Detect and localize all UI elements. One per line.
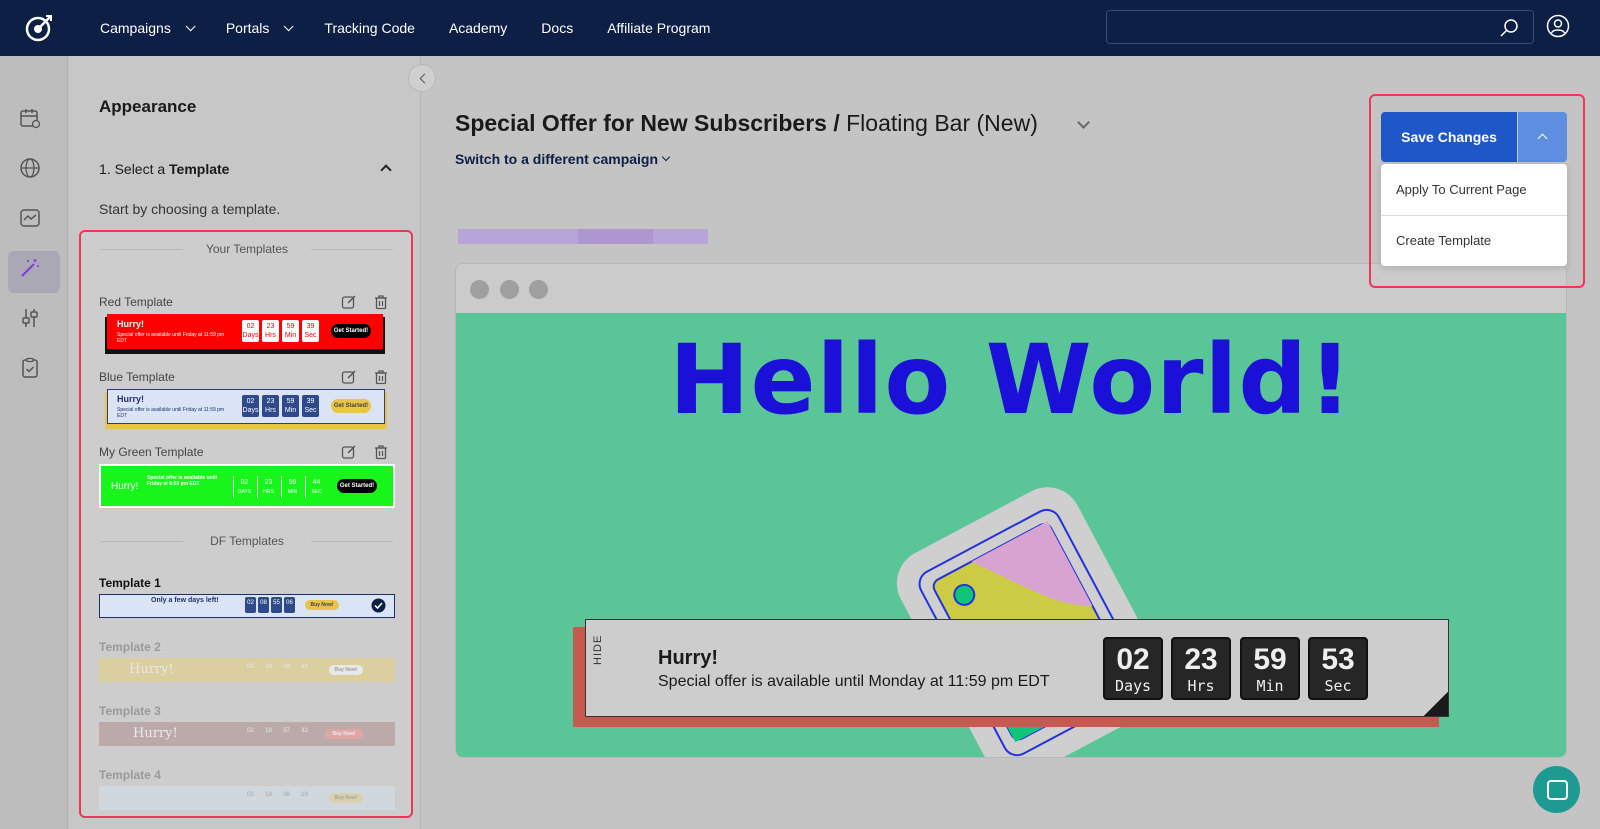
create-template-item[interactable]: Create Template — [1396, 233, 1491, 248]
hide-toggle[interactable]: HIDE — [592, 635, 604, 665]
nav-docs[interactable]: Docs — [541, 20, 573, 36]
countdown-minutes: 59 Min — [1240, 637, 1300, 700]
template-preview-red[interactable]: Hurry! Special offer is available until … — [99, 314, 395, 354]
clipboard-check-icon[interactable] — [18, 356, 42, 380]
window-dot — [500, 280, 519, 299]
countdown-seconds: 53 Sec — [1308, 637, 1368, 700]
nav-portals[interactable]: Portals — [226, 20, 294, 36]
sliders-icon[interactable] — [18, 306, 42, 330]
template-label: Template 3 — [99, 704, 161, 718]
edit-icon[interactable] — [341, 369, 357, 385]
nav-tracking-code[interactable]: Tracking Code — [324, 20, 415, 36]
panel-title: Appearance — [99, 97, 197, 116]
save-changes-button[interactable]: Save Changes — [1381, 112, 1517, 162]
edit-icon[interactable] — [341, 444, 357, 460]
campaign-title: Special Offer for New Subscribers / Floa… — [455, 110, 1038, 136]
collapse-panel-button[interactable] — [408, 64, 436, 92]
templates-list: Your Templates Red Template Hurry! Speci… — [79, 230, 413, 818]
search-icon[interactable] — [1499, 18, 1519, 38]
chevron-down-icon — [185, 20, 196, 31]
floating-bar-preview[interactable]: HIDE Hurry! Special offer is available u… — [585, 619, 1449, 717]
df-templates-heading: DF Templates — [101, 534, 393, 548]
edit-icon[interactable] — [341, 294, 357, 310]
template-preview-4[interactable]: 02 18 38 19 Buy Now! — [99, 786, 395, 810]
delete-icon[interactable] — [373, 369, 389, 385]
step-description: Start by choosing a template. — [99, 201, 281, 217]
selected-check-icon — [371, 598, 386, 613]
preview-heading: Hello World! — [669, 324, 1353, 436]
nav-campaigns[interactable]: Campaigns — [100, 20, 196, 36]
template-preview-1[interactable]: Only a few days left! 02 08 55 06 Buy No… — [99, 594, 395, 618]
floating-bar-heading: Hurry! — [658, 647, 719, 669]
countdown-hours: 23 Hrs — [1171, 637, 1231, 700]
save-options-menu: Apply To Current Page Create Template — [1381, 164, 1567, 266]
delete-icon[interactable] — [373, 294, 389, 310]
calendar-icon[interactable] — [18, 106, 42, 130]
step-heading[interactable]: 1. Select a Template — [99, 161, 229, 177]
chevron-down-icon[interactable] — [661, 152, 671, 162]
nav-academy[interactable]: Academy — [449, 20, 507, 36]
left-rail — [0, 56, 68, 829]
window-dot — [470, 280, 489, 299]
template-label: Blue Template — [99, 370, 175, 384]
chevron-down-icon[interactable] — [1077, 116, 1090, 129]
account-icon[interactable] — [1546, 14, 1570, 38]
template-label: Red Template — [99, 295, 173, 309]
nav-affiliate-program[interactable]: Affiliate Program — [607, 20, 710, 36]
window-dot — [529, 280, 548, 299]
apply-to-current-page-item[interactable]: Apply To Current Page — [1396, 182, 1527, 197]
loading-bar — [458, 229, 708, 244]
template-preview-blue[interactable]: Hurry! Special offer is available until … — [99, 389, 395, 429]
app-logo-icon[interactable] — [24, 13, 54, 43]
template-preview-2[interactable]: Hurry! 02 18 38 41 Buy Now! — [99, 658, 395, 682]
resize-handle[interactable] — [1424, 692, 1448, 716]
template-preview-green[interactable]: Hurry! Special offer is available until … — [99, 464, 395, 508]
countdown-days: 02 Days — [1103, 637, 1163, 700]
template-preview-3[interactable]: Hurry! 02 18 57 32 Buy Now! — [99, 722, 395, 746]
search-input[interactable] — [1106, 10, 1534, 44]
template-label: Template 2 — [99, 640, 161, 654]
menu-divider — [1381, 215, 1567, 216]
analytics-icon[interactable] — [18, 206, 42, 230]
delete-icon[interactable] — [373, 444, 389, 460]
template-label: Template 4 — [99, 768, 161, 782]
magic-wand-icon[interactable] — [18, 256, 42, 280]
your-templates-heading: Your Templates — [101, 242, 393, 256]
save-options-toggle[interactable] — [1518, 112, 1567, 162]
floating-bar-offer: Special offer is available until Monday … — [658, 673, 1050, 690]
chat-launcher-icon[interactable] — [1533, 766, 1580, 813]
globe-icon[interactable] — [18, 156, 42, 180]
switch-campaign-link[interactable]: Switch to a different campaign — [455, 151, 658, 167]
template-label: My Green Template — [99, 445, 204, 459]
chevron-down-icon — [284, 20, 294, 31]
template-label: Template 1 — [99, 576, 161, 590]
